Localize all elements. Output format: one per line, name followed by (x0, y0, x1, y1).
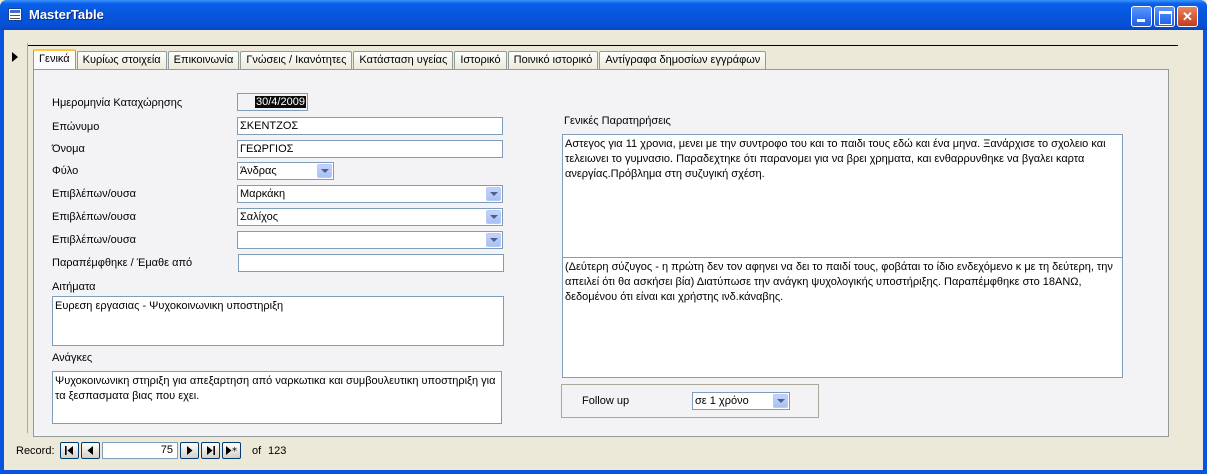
chevron-down-icon[interactable] (486, 233, 501, 247)
followup-label: Follow up (582, 395, 630, 407)
tab-history[interactable]: Ιστορικό (454, 51, 507, 70)
supervisor-1-combo[interactable]: Μαρκάκη (237, 185, 503, 203)
remarks-memo-1[interactable]: Αστεγος για 11 χρονια, μενει με την συντ… (562, 134, 1123, 258)
tab-criminal-history[interactable]: Ποινικό ιστορικό (507, 51, 599, 70)
followup-value: σε 1 χρόνο (695, 395, 749, 407)
supervisor-1-label: Επιβλέπων/ουσα (52, 188, 136, 200)
name-field[interactable]: ΓΕΩΡΓΙΟΣ (237, 140, 503, 158)
current-record-field[interactable]: 75 (102, 442, 178, 459)
record-selector[interactable] (12, 43, 28, 433)
next-record-icon[interactable] (180, 442, 199, 459)
minimize-icon[interactable] (1131, 6, 1152, 27)
record-selector-arrow-icon (12, 52, 18, 62)
requests-memo[interactable]: Ευρεση εργασιας - Ψυχοκοινωνικη υποστηρι… (52, 296, 504, 346)
followup-box: Follow up σε 1 χρόνο (561, 384, 819, 418)
gender-label: Φύλο (52, 165, 79, 177)
chevron-down-icon[interactable] (773, 394, 788, 408)
remarks-label: Γενικές Παρατηρήσεις (564, 115, 671, 127)
form-header-divider (28, 45, 1178, 46)
registration-date-field[interactable]: 30/4/2009 (237, 93, 308, 111)
title-bar[interactable]: MasterTable ✕ (0, 0, 1207, 30)
surname-label: Επώνυμο (52, 121, 100, 133)
needs-memo[interactable]: Ψυχοκοινωνικη στηριξη για απεξαρτηση από… (52, 371, 502, 424)
prev-record-icon[interactable] (81, 442, 100, 459)
tab-strip: Γενικά Κυρίως στοιχεία Επικοινωνία Γνώσε… (33, 49, 767, 70)
referral-field[interactable] (238, 254, 504, 272)
supervisor-3-label: Επιβλέπων/ουσα (52, 234, 136, 246)
total-records: 123 (268, 445, 287, 457)
first-record-icon[interactable] (60, 442, 79, 459)
chevron-down-icon[interactable] (317, 164, 332, 178)
tab-main-details[interactable]: Κυρίως στοιχεία (76, 51, 167, 70)
window-title: MasterTable (29, 7, 104, 22)
remarks-memo-2[interactable]: (Δεύτερη σύζυγος - η πρώτη δεν τον αφηνε… (562, 257, 1123, 378)
referral-label: Παραπέμφθηκε / Έμαθε από (52, 257, 193, 269)
tab-health[interactable]: Κατάσταση υγείας (353, 51, 454, 70)
followup-combo[interactable]: σε 1 χρόνο (692, 392, 790, 410)
gender-combo[interactable]: Άνδρας (237, 162, 334, 180)
registration-date-value: 30/4/2009 (255, 96, 306, 108)
general-tab-panel: Ημερομηνία Καταχώρησης 30/4/2009 Επώνυμο… (33, 69, 1169, 437)
tab-contact[interactable]: Επικοινωνία (167, 51, 240, 70)
tab-general[interactable]: Γενικά (33, 49, 76, 70)
supervisor-2-value: Σαλίχος (240, 211, 279, 223)
surname-field[interactable]: ΣΚΕΝΤΖΟΣ (237, 117, 503, 135)
gender-value: Άνδρας (240, 165, 277, 177)
registration-date-label: Ημερομηνία Καταχώρησης (52, 97, 183, 109)
supervisor-2-label: Επιβλέπων/ουσα (52, 211, 136, 223)
tab-skills[interactable]: Γνώσεις / Ικανότητες (240, 51, 353, 70)
chevron-down-icon[interactable] (486, 210, 501, 224)
tab-public-documents[interactable]: Αντίγραφα δημοσίων εγγράφων (599, 51, 767, 70)
record-label: Record: (16, 445, 55, 457)
supervisor-3-combo[interactable] (237, 231, 503, 249)
supervisor-1-value: Μαρκάκη (240, 188, 286, 200)
form-icon[interactable] (8, 8, 22, 21)
of-label: of (252, 445, 262, 457)
close-icon[interactable]: ✕ (1177, 6, 1198, 27)
maximize-icon[interactable] (1154, 6, 1175, 27)
svg-text:*: * (232, 446, 237, 457)
needs-label: Ανάγκες (52, 352, 93, 364)
form-client-area: Γενικά Κυρίως στοιχεία Επικοινωνία Γνώσε… (4, 30, 1203, 470)
requests-label: Αιτήματα (52, 281, 96, 293)
access-window: MasterTable ✕ Γενικά Κυρίως στοιχεία Επι… (0, 0, 1207, 474)
name-label: Όνομα (52, 143, 85, 155)
new-record-icon[interactable]: * (222, 442, 241, 459)
supervisor-2-combo[interactable]: Σαλίχος (237, 208, 503, 226)
chevron-down-icon[interactable] (486, 187, 501, 201)
last-record-icon[interactable] (201, 442, 220, 459)
